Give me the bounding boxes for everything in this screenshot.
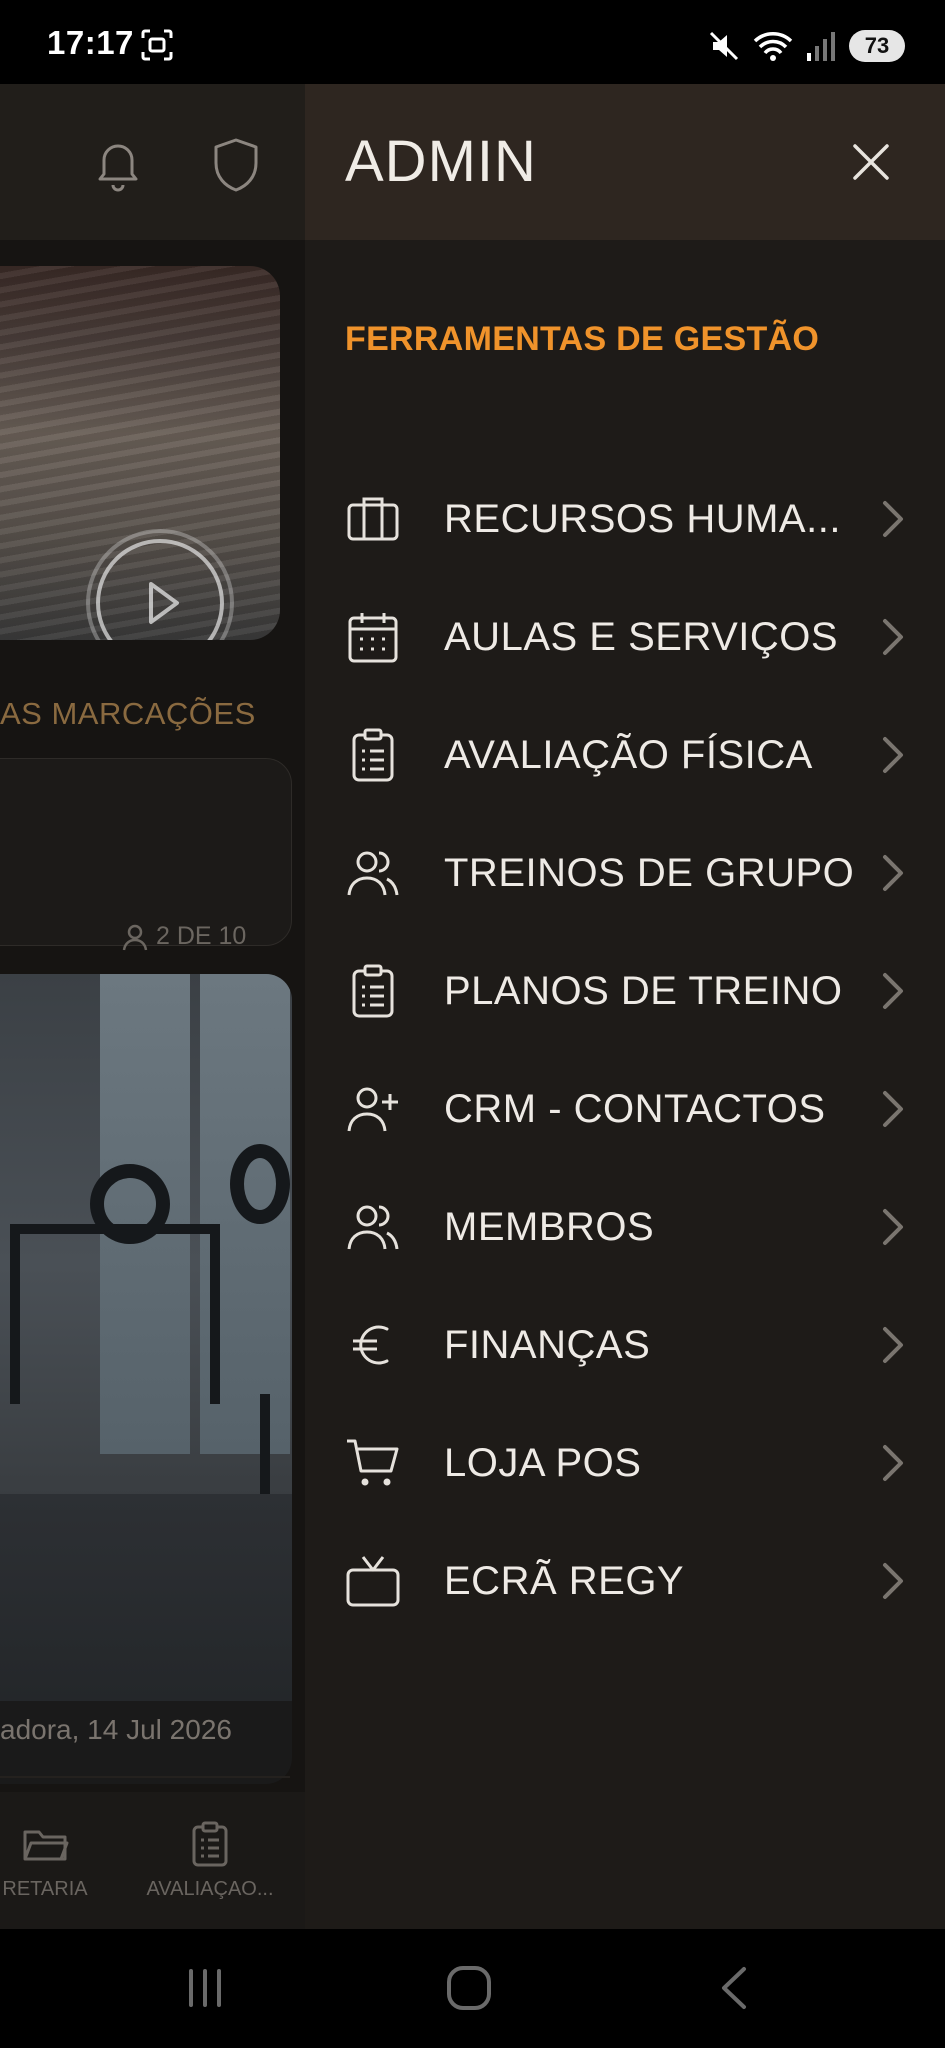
calendar-icon [348, 613, 398, 663]
folder-icon [23, 1830, 69, 1861]
chevron-right-icon [883, 1563, 903, 1599]
euro-icon [353, 1325, 389, 1365]
chevron-right-icon [883, 1209, 903, 1245]
bottom-tab-bar: RETARIA AVALIAÇAO... [0, 1792, 305, 1929]
menu-label: AVALIAÇÃO FÍSICA [444, 732, 813, 777]
battery-indicator: 73 [849, 30, 905, 62]
menu-item-treinos-grupo[interactable]: TREINOS DE GRUPO [305, 814, 945, 932]
menu-item-avaliacao-fisica[interactable]: AVALIAÇÃO FÍSICA [305, 696, 945, 814]
back-icon [722, 1967, 746, 2009]
clipboard-icon [192, 1821, 228, 1867]
menu-item-financas[interactable]: FINANÇAS [305, 1286, 945, 1404]
mute-icon [709, 31, 739, 61]
divider [0, 1776, 290, 1778]
wifi-icon [753, 32, 793, 61]
menu-label: AULAS E SERVIÇOS [444, 614, 839, 659]
home-icon [447, 1966, 491, 2010]
cart-icon [347, 1439, 399, 1486]
drawer-header: ADMIN [305, 84, 945, 240]
back-button[interactable] [694, 1953, 774, 2023]
recents-icon [189, 1969, 221, 2007]
gym-floor [0, 1494, 292, 1701]
chevron-right-icon [883, 737, 903, 773]
weight-plate [230, 1144, 290, 1224]
menu-label: RECURSOS HUMA... [444, 496, 841, 541]
chevron-right-icon [883, 855, 903, 891]
menu-item-crm-contactos[interactable]: CRM - CONTACTOS [305, 1050, 945, 1168]
menu-label: FINANÇAS [444, 1322, 651, 1367]
menu-item-aulas-servicos[interactable]: AULAS E SERVIÇOS [305, 578, 945, 696]
drawer-title: ADMIN [345, 129, 537, 194]
video-card[interactable] [0, 266, 280, 640]
background-header [0, 84, 305, 240]
menu-label: ECRÃ REGY [444, 1558, 685, 1603]
play-icon[interactable] [85, 528, 235, 640]
close-icon [853, 144, 889, 180]
home-button[interactable] [429, 1953, 509, 2023]
menu-item-recursos-humanos[interactable]: RECURSOS HUMA... [305, 460, 945, 578]
menu-label: LOJA POS [444, 1440, 642, 1485]
chevron-right-icon [883, 1327, 903, 1363]
recents-button[interactable] [165, 1953, 245, 2023]
section-title: FERRAMENTAS DE GESTÃO [345, 320, 820, 358]
booking-card[interactable] [0, 758, 292, 946]
menu-item-ecra-regy[interactable]: ECRÃ REGY [305, 1522, 945, 1640]
tab-label: RETARIA [2, 1878, 88, 1900]
chevron-right-icon [883, 1445, 903, 1481]
shield-icon[interactable] [210, 134, 262, 194]
menu-item-planos-treino[interactable]: PLANOS DE TREINO [305, 932, 945, 1050]
bell-icon[interactable] [90, 134, 146, 194]
admin-drawer: ADMIN FERRAMENTAS DE GESTÃO RECURSOS HUM… [305, 84, 945, 1929]
close-button[interactable] [845, 136, 897, 188]
menu-label: CRM - CONTACTOS [444, 1086, 826, 1131]
gym-card[interactable] [0, 974, 292, 1784]
menu-label: PLANOS DE TREINO [444, 968, 843, 1013]
menu-item-loja-pos[interactable]: LOJA POS [305, 1404, 945, 1522]
bookings-heading: AS MARCAÇÕES [0, 696, 256, 731]
booking-count: 2 DE 10 [122, 922, 246, 951]
booking-count-text: 2 DE 10 [156, 922, 247, 950]
tab-avaliacao[interactable]: AVALIAÇAO... [140, 1792, 280, 1929]
status-time: 17:17 [47, 24, 134, 61]
clipboard-icon [352, 728, 394, 782]
chevron-right-icon [883, 501, 903, 537]
signal-icon [807, 32, 835, 61]
gym-photo [0, 974, 292, 1701]
person-icon [122, 924, 148, 950]
background-app: AS MARCAÇÕES 2 DE 10 adora, 14 Jul 2026 … [0, 84, 305, 1929]
chevron-right-icon [883, 1091, 903, 1127]
tab-secretaria[interactable]: RETARIA [0, 1792, 120, 1929]
photo-caption: adora, 14 Jul 2026 [0, 1714, 232, 1745]
menu-item-membros[interactable]: MEMBROS [305, 1168, 945, 1286]
system-nav-bar [0, 1929, 945, 2048]
status-bar: 17:17 73 [0, 0, 945, 84]
users-icon [347, 851, 399, 896]
users-icon [347, 1205, 399, 1250]
briefcase-icon [347, 497, 399, 541]
menu-label: TREINOS DE GRUPO [444, 850, 855, 895]
chevron-right-icon [883, 619, 903, 655]
weight-bench [10, 1224, 220, 1404]
clipboard-icon [352, 964, 394, 1018]
tv-icon [346, 1556, 400, 1607]
user-plus-icon [347, 1087, 398, 1132]
status-icons: 73 [707, 24, 905, 68]
tab-label: AVALIAÇAO... [146, 1878, 274, 1900]
chevron-right-icon [883, 973, 903, 1009]
menu-label: MEMBROS [444, 1204, 655, 1249]
screenshot-icon [141, 29, 173, 61]
